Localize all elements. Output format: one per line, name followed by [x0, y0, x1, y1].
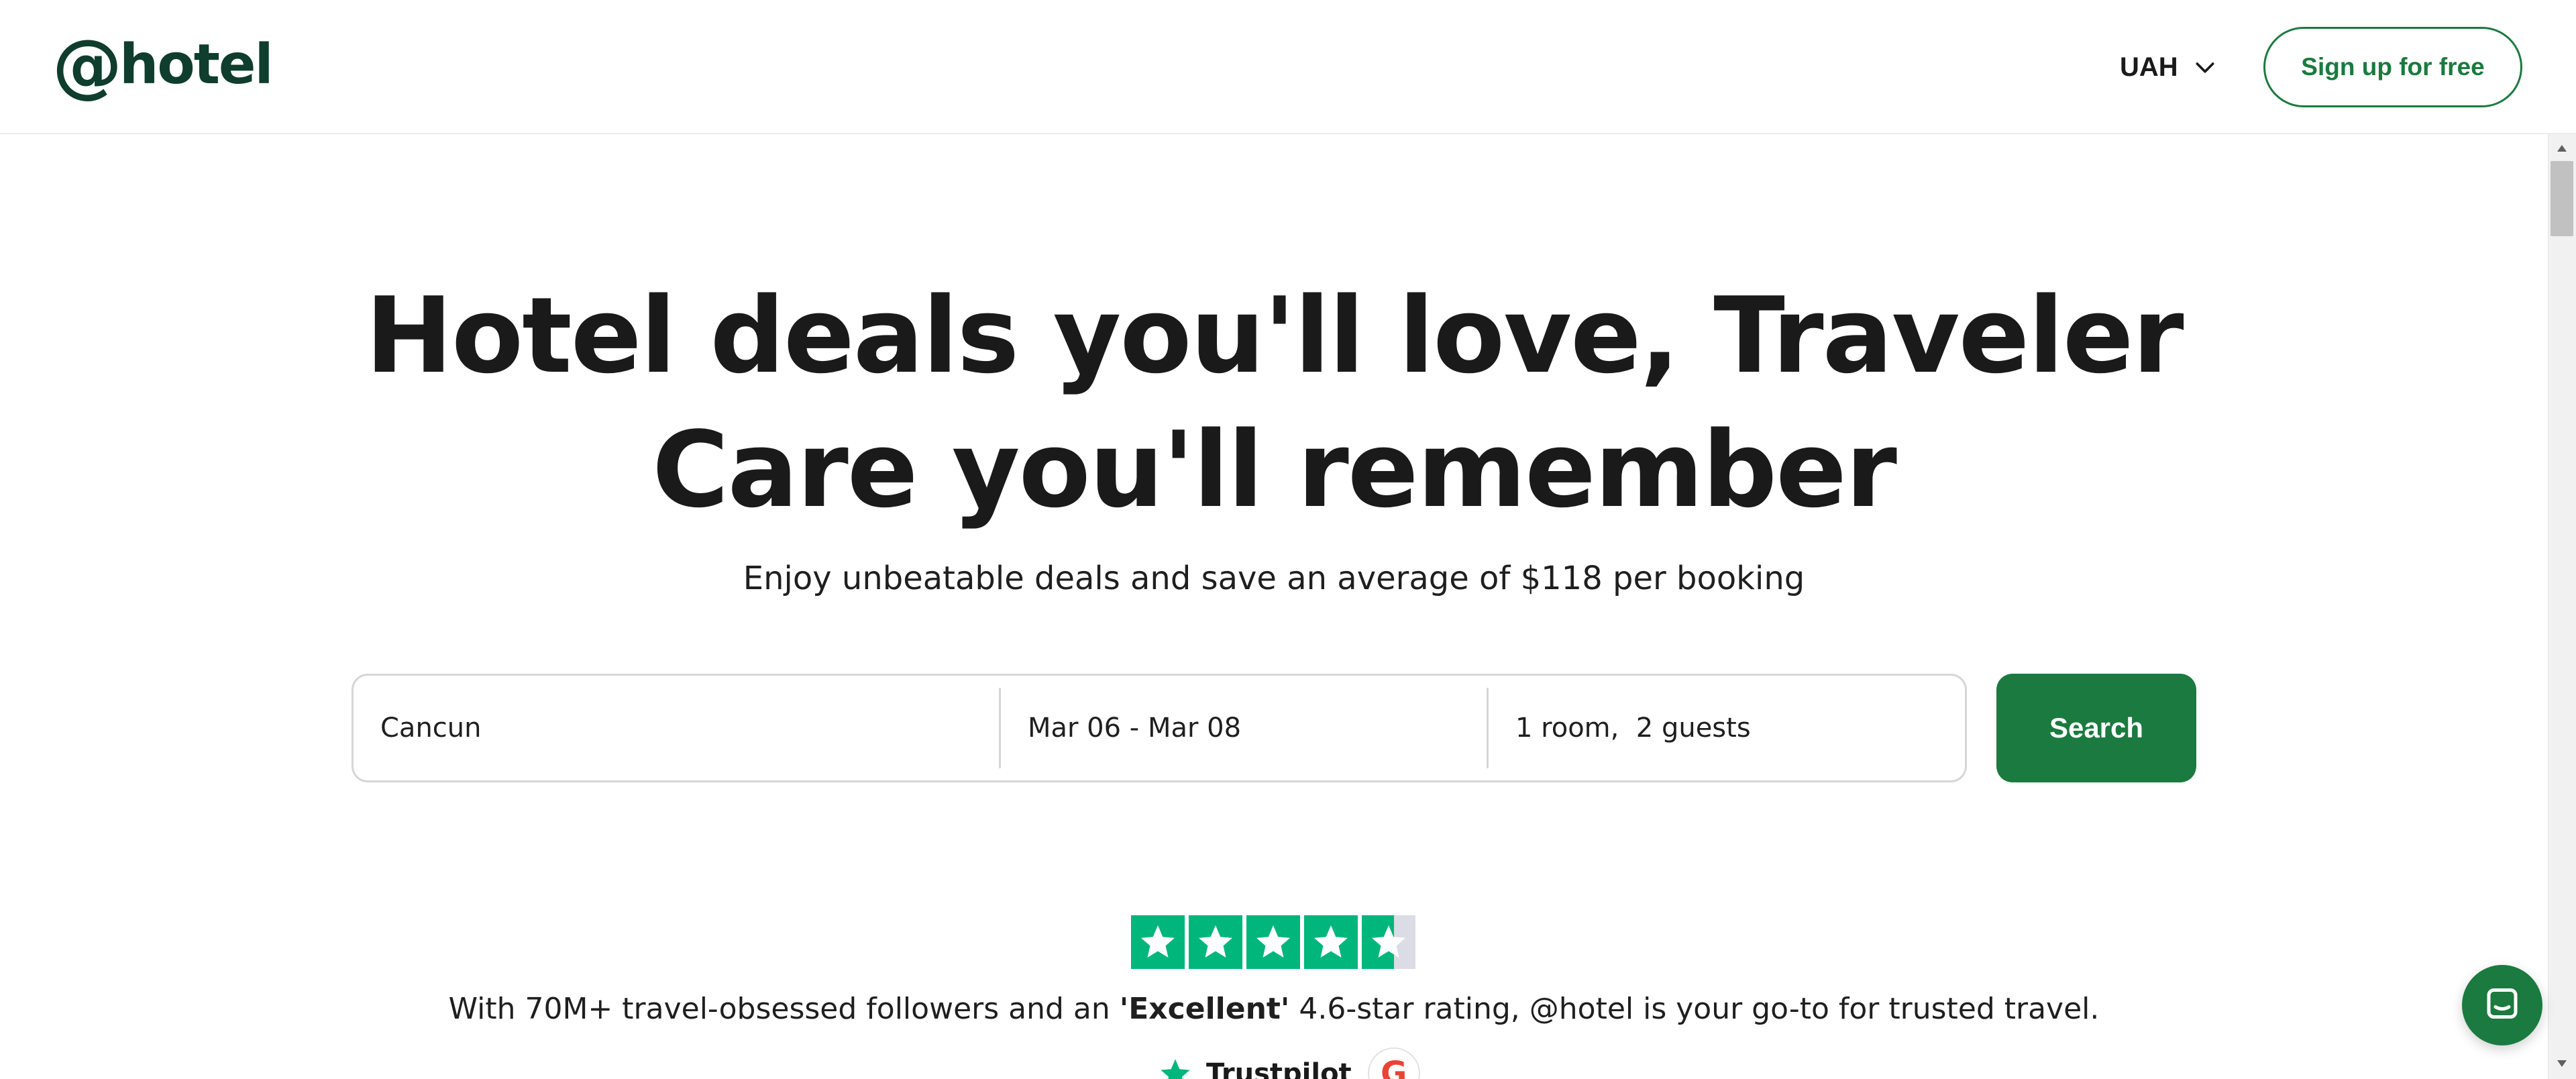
review-sources: Trustpilot G	[1158, 1047, 1420, 1079]
rating-statement: With 70M+ travel-obsessed followers and …	[0, 992, 2548, 1026]
sign-up-button[interactable]: Sign up for free	[2263, 27, 2522, 107]
currency-label: UAH	[2120, 52, 2178, 82]
google-icon[interactable]: G	[1367, 1047, 1420, 1079]
star-icon	[1246, 915, 1300, 969]
star-icon	[1189, 915, 1242, 969]
site-header: @ hotel UAH Sign up for free	[0, 0, 2576, 134]
guests-value: 1 room, 2 guests	[1515, 713, 1751, 743]
rating-text-after: 4.6-star rating, @hotel is your go-to fo…	[1289, 992, 2100, 1026]
dates-field[interactable]: Mar 06 - Mar 08	[1001, 676, 1487, 780]
partial-star-icon	[1362, 915, 1415, 969]
logo-wordmark: hotel	[119, 33, 274, 97]
dates-value: Mar 06 - Mar 08	[1028, 713, 1242, 743]
star-icon	[1131, 915, 1185, 969]
search-form: Cancun Mar 06 - Mar 08 1 room, 2 guests	[352, 674, 1967, 782]
hotel-logo[interactable]: @ hotel	[52, 24, 274, 106]
guests-field[interactable]: 1 room, 2 guests	[1489, 676, 1965, 780]
destination-field[interactable]: Cancun	[354, 676, 999, 780]
page-scrollbar[interactable]	[2548, 134, 2576, 1079]
chat-launcher-button[interactable]	[2462, 965, 2542, 1045]
star-icon	[1304, 915, 1358, 969]
trustpilot-star-icon	[1161, 1059, 1190, 1079]
hero-headline-line-1: Hotel deals you'll love, Traveler	[365, 274, 2184, 397]
chat-icon	[2487, 988, 2518, 1019]
currency-selector[interactable]: UAH	[2120, 40, 2218, 94]
trustpilot-stars	[1131, 915, 1415, 969]
search-button[interactable]: Search	[1996, 674, 2196, 782]
scrollbar-thumb[interactable]	[2551, 161, 2573, 236]
rating-excellent: 'Excellent'	[1119, 992, 1290, 1026]
hero-headline-line-2: Care you'll remember	[652, 409, 1897, 531]
hero-headline: Hotel deals you'll love, Traveler Care y…	[0, 268, 2548, 537]
trustpilot-label[interactable]: Trustpilot	[1206, 1058, 1352, 1079]
scroll-up-arrow-icon[interactable]	[2548, 137, 2576, 160]
scroll-down-arrow-icon[interactable]	[2548, 1052, 2576, 1075]
chevron-down-icon	[2196, 62, 2214, 73]
destination-value: Cancun	[380, 713, 482, 743]
hero-subtitle: Enjoy unbeatable deals and save an avera…	[743, 560, 1805, 597]
logo-at-symbol: @	[52, 24, 122, 106]
google-letter: G	[1380, 1055, 1407, 1079]
rating-text-before: With 70M+ travel-obsessed followers and …	[448, 992, 1120, 1026]
